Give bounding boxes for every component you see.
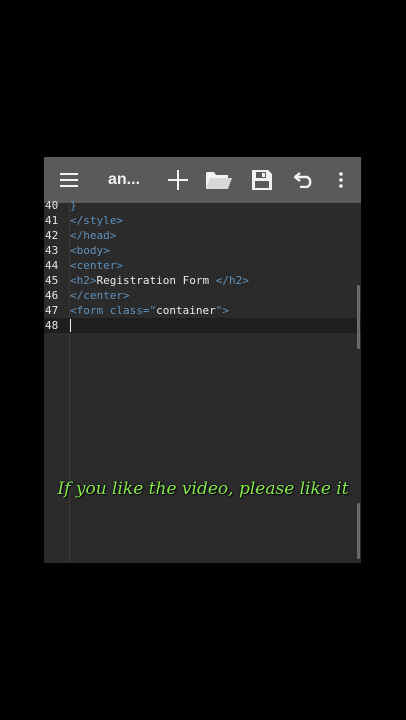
scrollbar-track-lower[interactable] xyxy=(357,503,360,559)
code-line[interactable]: 47 <form class="container"> xyxy=(44,303,361,318)
code-line[interactable]: 43 <body> xyxy=(44,243,361,258)
line-number: 40 xyxy=(45,199,59,212)
code-line[interactable]: 46 </center> xyxy=(44,288,361,303)
code-text: </center> xyxy=(70,288,130,303)
undo-icon[interactable] xyxy=(292,157,316,203)
menu-icon[interactable] xyxy=(58,157,80,203)
code-token: } xyxy=(70,199,77,212)
line-number: 48 xyxy=(45,319,59,332)
code-token: <h2> xyxy=(70,274,97,287)
code-line[interactable]: 40} xyxy=(44,198,361,213)
code-token: </center> xyxy=(70,289,130,302)
code-token: Registration Form xyxy=(96,274,216,287)
text-cursor xyxy=(70,319,71,332)
code-line[interactable]: 44 <center> xyxy=(44,258,361,273)
code-editor[interactable]: 40} 41 </style> 42 </head> 43 <body> 44 <center>… xyxy=(44,199,361,563)
code-token: <form class=" xyxy=(70,304,157,317)
line-number: 47 xyxy=(45,304,59,317)
code-line[interactable]: 41 </style> xyxy=(44,213,361,228)
code-text: <form class="container"> xyxy=(70,303,229,318)
scrollbar-thumb[interactable] xyxy=(357,285,360,349)
code-line[interactable]: 45 <h2>Registration Form </h2> xyxy=(44,273,361,288)
code-text: <h2>Registration Form </h2> xyxy=(70,273,249,288)
line-number: 46 xyxy=(45,289,59,302)
more-vert-icon[interactable] xyxy=(334,157,348,203)
code-text: </style> xyxy=(70,213,123,228)
code-token: "> xyxy=(215,304,229,317)
code-line[interactable]: 48 xyxy=(44,318,361,333)
file-title[interactable]: an... xyxy=(108,157,140,203)
code-text: <body> xyxy=(70,243,110,258)
code-line[interactable]: 42 </head> xyxy=(44,228,361,243)
code-token: </h2> xyxy=(215,274,249,287)
line-number: 41 xyxy=(45,214,59,227)
plus-icon[interactable] xyxy=(166,157,190,203)
folder-icon[interactable] xyxy=(205,157,233,203)
code-text: </head> xyxy=(70,228,116,243)
line-number: 45 xyxy=(45,274,59,287)
save-icon[interactable] xyxy=(250,157,274,203)
code-text: <center> xyxy=(70,258,123,273)
code-text: } xyxy=(70,198,77,213)
line-number: 42 xyxy=(45,229,59,242)
app-window: an... 40} 41 </style> 42 </head> 43 <bo… xyxy=(44,157,361,563)
video-caption: If you like the video, please like it xyxy=(57,479,349,499)
code-token: </head> xyxy=(70,229,117,242)
code-token: <center> xyxy=(70,259,123,272)
toolbar: an... xyxy=(44,157,361,203)
line-number: 44 xyxy=(45,259,59,272)
code-token: </style> xyxy=(70,214,123,227)
line-number: 43 xyxy=(45,244,59,257)
code-token: container xyxy=(156,304,216,317)
code-token: <body> xyxy=(70,244,110,257)
